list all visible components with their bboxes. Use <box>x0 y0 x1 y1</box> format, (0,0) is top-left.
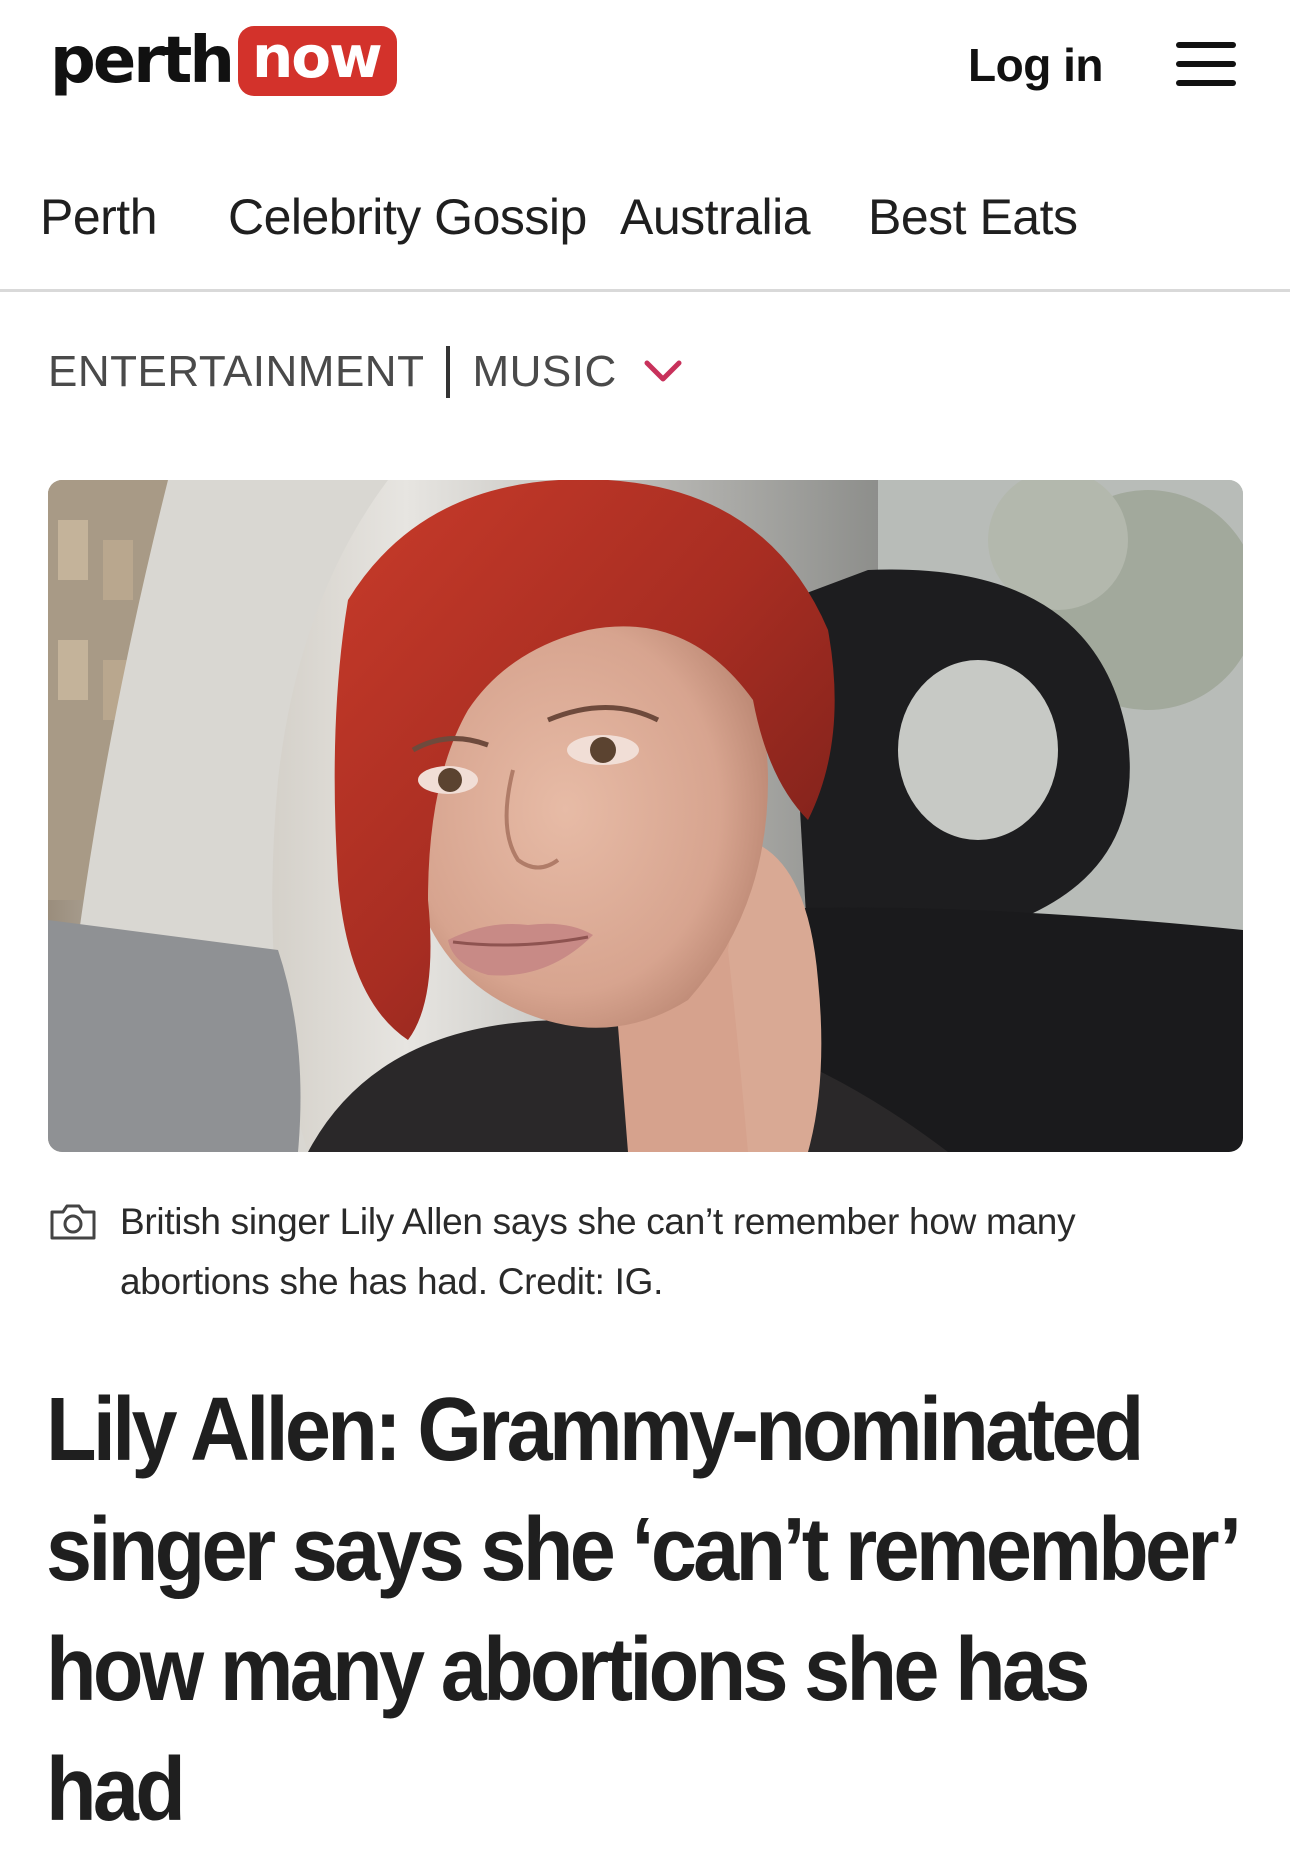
nav-item-perth[interactable]: Perth <box>40 188 158 246</box>
login-button[interactable]: Log in <box>968 38 1103 92</box>
portrait-photo <box>48 480 1243 1152</box>
nav-item-celebrity-gossip[interactable]: Celebrity Gossip <box>228 188 587 246</box>
chevron-down-icon[interactable] <box>643 357 683 387</box>
logo-text-now: now <box>237 26 397 96</box>
article-headline: Lily Allen: Grammy-nominated singer says… <box>46 1380 1237 1840</box>
perthnow-logo[interactable]: perth now <box>50 26 397 96</box>
article-hero-image[interactable] <box>48 480 1243 1152</box>
hamburger-menu-icon[interactable] <box>1176 42 1236 86</box>
site-header: perth now Log in <box>0 0 1290 125</box>
breadcrumb-separator <box>446 346 451 398</box>
nav-item-australia[interactable]: Australia <box>620 188 811 246</box>
nav-divider <box>0 289 1290 292</box>
caption-text: British singer Lily Allen says she can’t… <box>120 1201 1076 1302</box>
nav-item-best-eats[interactable]: Best Eats <box>868 188 1078 246</box>
section-nav: Perth Celebrity Gossip Australia Best Ea… <box>0 170 1290 250</box>
breadcrumb: ENTERTAINMENT MUSIC <box>48 344 683 400</box>
breadcrumb-music[interactable]: MUSIC <box>472 347 616 397</box>
logo-text-perth: perth <box>50 24 235 98</box>
camera-icon <box>50 1204 96 1240</box>
breadcrumb-entertainment[interactable]: ENTERTAINMENT <box>48 347 424 397</box>
